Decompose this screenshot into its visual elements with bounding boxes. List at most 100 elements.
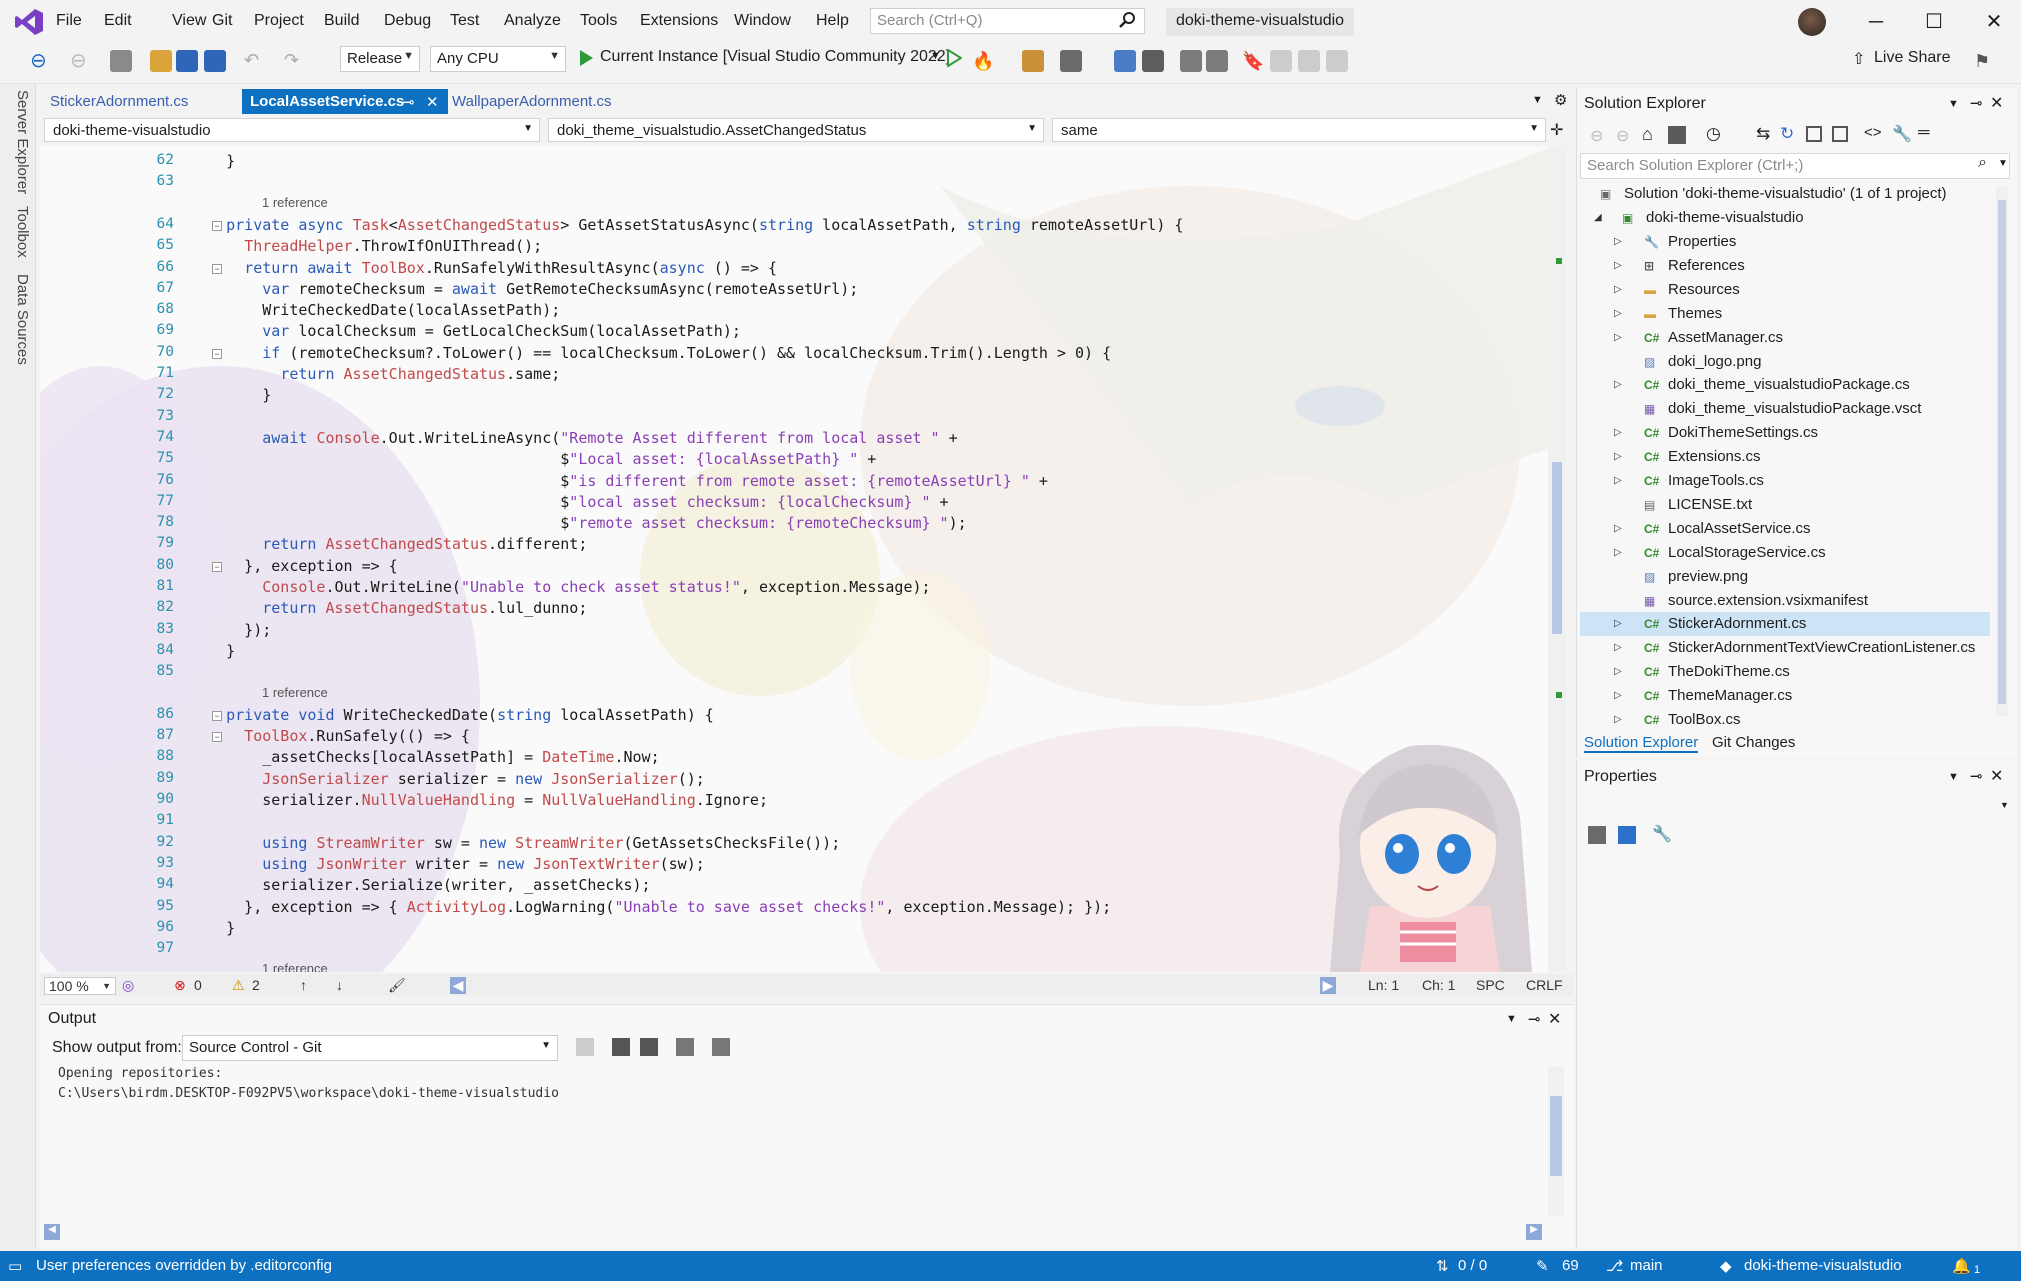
code-line[interactable]: $"local asset checksum: {localChecksum} … bbox=[190, 493, 948, 511]
live-share-button[interactable]: ⇧ Live Share bbox=[1852, 49, 1982, 68]
server-explorer-tab[interactable]: Server Explorer bbox=[14, 90, 31, 194]
hot-reload-icon[interactable]: 🔥 bbox=[972, 50, 994, 72]
menu-analyze[interactable]: Analyze bbox=[504, 12, 561, 30]
layout-icon[interactable] bbox=[1060, 50, 1082, 72]
code-line[interactable]: $"remote asset checksum: {remoteChecksum… bbox=[190, 514, 966, 532]
expand-chevron-icon[interactable]: ▷ bbox=[1614, 714, 1622, 725]
tree-item[interactable]: ToolBox.cs bbox=[1668, 708, 1741, 732]
spacing-indicator[interactable]: SPC bbox=[1476, 977, 1505, 993]
menu-view[interactable]: View bbox=[172, 12, 206, 30]
tree-item[interactable]: Themes bbox=[1668, 302, 1722, 326]
code-line[interactable]: var localChecksum = GetLocalCheckSum(loc… bbox=[190, 322, 741, 340]
zoom-combo[interactable]: 100 % ▼ bbox=[44, 977, 116, 995]
forward-icon[interactable]: ⊖ bbox=[1616, 126, 1634, 145]
expand-chevron-icon[interactable]: ▷ bbox=[1614, 332, 1622, 343]
indent-icon[interactable] bbox=[1180, 50, 1202, 72]
panel-menu-icon[interactable]: ▼ bbox=[1506, 1013, 1517, 1025]
tab-wallpaper-adornment[interactable]: WallpaperAdornment.cs bbox=[444, 89, 668, 114]
code-line[interactable]: ToolBox.RunSafely(() => { bbox=[190, 727, 470, 745]
tree-item[interactable]: LocalStorageService.cs bbox=[1668, 541, 1826, 565]
tree-item[interactable]: StickerAdornment.cs bbox=[1580, 612, 1990, 637]
code-line[interactable]: WriteCheckedDate(localAssetPath); bbox=[190, 301, 560, 319]
warning-count[interactable]: 2 bbox=[252, 977, 260, 993]
data-sources-tab[interactable]: Data Sources bbox=[14, 274, 31, 365]
expand-chevron-icon[interactable]: ▷ bbox=[1614, 427, 1622, 438]
run-target-label[interactable]: Current Instance [Visual Studio Communit… bbox=[600, 48, 950, 66]
back-arrow-icon[interactable]: ⊖ bbox=[30, 50, 52, 72]
tree-item[interactable]: References bbox=[1668, 254, 1745, 278]
minimize-button[interactable]: ─ bbox=[1858, 8, 1894, 36]
tree-item[interactable]: LocalAssetService.cs bbox=[1668, 517, 1811, 541]
tree-item[interactable]: StickerAdornmentTextViewCreationListener… bbox=[1668, 636, 1975, 660]
close-panel-icon[interactable]: ✕ bbox=[1990, 766, 2003, 786]
tree-item[interactable]: doki_theme_visualstudioPackage.vsct bbox=[1668, 397, 1921, 421]
view-code-icon[interactable]: <> bbox=[1864, 124, 1882, 141]
menu-window[interactable]: Window bbox=[734, 12, 791, 30]
close-panel-icon[interactable]: ✕ bbox=[1548, 1009, 1561, 1029]
tab-local-asset-service[interactable]: LocalAssetService.cs ⊸ ✕ bbox=[242, 89, 448, 114]
menu-file[interactable]: File bbox=[56, 12, 82, 30]
eol-indicator[interactable]: CRLF bbox=[1526, 977, 1563, 993]
code-line[interactable]: Console.Out.WriteLine("Unable to check a… bbox=[190, 578, 930, 596]
close-tab-icon[interactable]: ✕ bbox=[426, 93, 439, 111]
output-scrollbar[interactable] bbox=[1548, 1066, 1564, 1216]
code-line[interactable]: serializer.Serialize(writer, _assetCheck… bbox=[190, 876, 650, 894]
code-line[interactable]: $"is different from remote asset: {remot… bbox=[190, 472, 1048, 490]
tree-item[interactable]: ImageTools.cs bbox=[1668, 469, 1764, 493]
pencil-icon[interactable]: ✎ bbox=[1536, 1257, 1549, 1275]
repo-icon[interactable]: ◆ bbox=[1720, 1257, 1732, 1275]
scroll-thumb[interactable] bbox=[1552, 462, 1562, 634]
line-indicator[interactable]: Ln: 1 bbox=[1368, 977, 1399, 993]
code-editor[interactable]: 62 } 63 1 reference 64− private async Task<… bbox=[40, 146, 1555, 972]
solution-node[interactable]: Solution 'doki-theme-visualstudio' (1 of… bbox=[1624, 182, 1947, 206]
outdent-icon[interactable] bbox=[1206, 50, 1228, 72]
undo-icon[interactable]: ↶ bbox=[244, 50, 266, 72]
home-icon[interactable]: ⌂ bbox=[1642, 124, 1653, 145]
expand-chevron-icon[interactable]: ▷ bbox=[1614, 451, 1622, 462]
menu-edit[interactable]: Edit bbox=[104, 12, 132, 30]
pin-panel-icon[interactable]: ⊸ bbox=[1970, 94, 1983, 112]
menu-extensions[interactable]: Extensions bbox=[640, 12, 718, 30]
output-scroll-right-icon[interactable]: ▶ bbox=[1526, 1224, 1542, 1240]
close-window-button[interactable]: ✕ bbox=[1976, 8, 2012, 36]
expand-chevron-icon[interactable]: ▷ bbox=[1614, 523, 1622, 534]
code-line[interactable]: var remoteChecksum = await GetRemoteChec… bbox=[190, 280, 858, 298]
error-count[interactable]: 0 bbox=[194, 977, 202, 993]
tree-scrollbar[interactable] bbox=[1996, 186, 2008, 716]
code-lens-reference[interactable]: 1 reference bbox=[262, 961, 328, 972]
expand-chevron-icon[interactable]: ▷ bbox=[1614, 690, 1622, 701]
code-line[interactable]: $"Local asset: {localAssetPath} " + bbox=[190, 450, 876, 468]
chevron-down-icon[interactable]: ▼ bbox=[930, 50, 941, 62]
tree-item[interactable]: LICENSE.txt bbox=[1668, 493, 1752, 517]
bookmark-icon[interactable]: 🔖 bbox=[1242, 50, 1264, 72]
expand-chevron-icon[interactable]: ▷ bbox=[1614, 379, 1622, 390]
sync-status[interactable]: 0 / 0 bbox=[1458, 1257, 1487, 1274]
scroll-right-icon[interactable]: ▶ bbox=[1320, 977, 1336, 994]
tree-item[interactable]: doki_logo.png bbox=[1668, 350, 1761, 374]
forward-arrow-icon[interactable]: ⊖ bbox=[70, 50, 92, 72]
menu-test[interactable]: Test bbox=[450, 12, 479, 30]
notifications-bell-icon[interactable]: 🔔 bbox=[1952, 1257, 1971, 1275]
open-folder-icon[interactable] bbox=[150, 50, 172, 72]
intellicode-icon[interactable]: ◎ bbox=[122, 977, 134, 994]
start-debug-icon[interactable] bbox=[578, 49, 594, 67]
pin-panel-icon[interactable]: ⊸ bbox=[1528, 1010, 1541, 1028]
menu-debug[interactable]: Debug bbox=[384, 12, 431, 30]
split-editor-icon[interactable]: ✛ bbox=[1550, 120, 1563, 140]
expand-chevron-icon[interactable]: ▷ bbox=[1614, 475, 1622, 486]
user-avatar[interactable] bbox=[1798, 8, 1826, 36]
tree-item[interactable]: AssetManager.cs bbox=[1668, 326, 1783, 350]
global-search-input[interactable]: Search (Ctrl+Q) bbox=[870, 8, 1145, 34]
find-message-icon[interactable] bbox=[576, 1038, 594, 1056]
show-all-files-icon[interactable] bbox=[1832, 126, 1848, 142]
expand-chevron-icon[interactable]: ▷ bbox=[1614, 547, 1622, 558]
scroll-left-icon[interactable]: ◀ bbox=[450, 977, 466, 994]
code-line[interactable]: JsonSerializer serializer = new JsonSeri… bbox=[190, 770, 705, 788]
code-line[interactable]: return AssetChangedStatus.same; bbox=[190, 365, 560, 383]
search-icon[interactable]: ⌕ bbox=[1978, 154, 1987, 172]
refresh-icon[interactable]: ↻ bbox=[1780, 124, 1794, 144]
tree-item[interactable]: source.extension.vsixmanifest bbox=[1668, 589, 1868, 613]
toolbox-tab[interactable]: Toolbox bbox=[14, 206, 31, 258]
type-nav-combo[interactable]: doki_theme_visualstudio.AssetChangedStat… bbox=[548, 118, 1044, 142]
expand-chevron-icon[interactable]: ▷ bbox=[1614, 308, 1622, 319]
